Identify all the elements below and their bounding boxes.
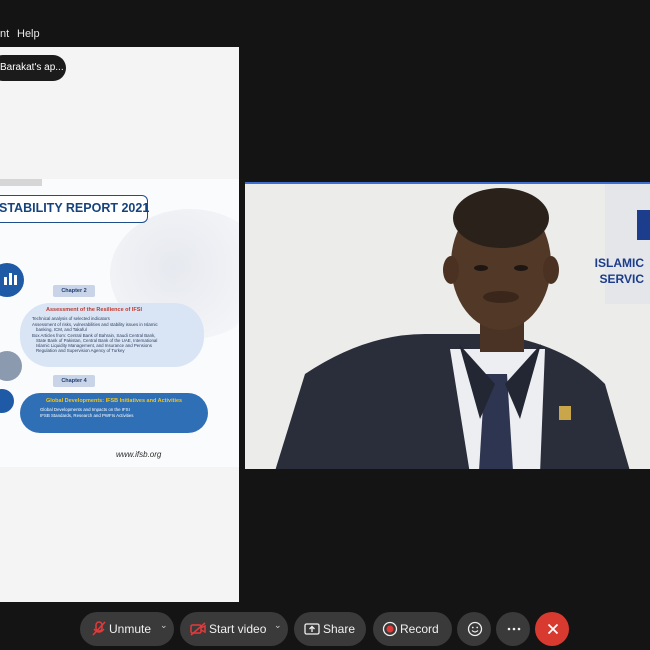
chapter-2-bullet: banking, ICM, and Takaful xyxy=(36,327,87,332)
menu-item-help[interactable]: Help xyxy=(17,28,40,40)
start-video-button[interactable]: Start video ⌄ xyxy=(180,612,288,646)
slide-url: www.ifsb.org xyxy=(116,450,162,459)
unmute-label: Unmute xyxy=(109,622,152,636)
share-button[interactable]: Share xyxy=(294,612,366,646)
chapter-4-label: Chapter 4 xyxy=(53,375,95,387)
menu-item-options[interactable]: nt xyxy=(0,28,9,40)
video-off-icon xyxy=(190,621,206,640)
chapter-2-bullet: Technical analysis of selected indicator… xyxy=(32,316,110,321)
chapter-2-label: Chapter 2 xyxy=(53,285,95,297)
slide-header-bar xyxy=(0,179,42,186)
start-video-label: Start video xyxy=(209,622,267,636)
settings-circle-icon xyxy=(0,351,22,381)
more-button[interactable] xyxy=(496,612,530,646)
leave-meeting-button[interactable] xyxy=(535,612,569,646)
participant-video[interactable]: ISLAMIC SERVIC xyxy=(245,182,650,469)
mic-muted-icon xyxy=(92,621,106,640)
chapter-2-title: Assessment of the Resilience of IFSI xyxy=(46,307,142,313)
reaction-button[interactable] xyxy=(457,612,491,646)
chapter-4-title: Global Developments: IFSB Initiatives an… xyxy=(46,398,183,404)
chapter-4-bullet: Global Developments and Impacts on the I… xyxy=(40,407,130,412)
close-icon xyxy=(545,621,561,642)
record-icon xyxy=(382,621,398,640)
record-button[interactable]: Record xyxy=(373,612,452,646)
org-name-line-2: SERVIC xyxy=(599,272,644,286)
slide-title: STABILITY REPORT 2021 xyxy=(0,201,150,215)
org-name-line-1: ISLAMIC xyxy=(594,256,644,270)
more-icon xyxy=(506,621,522,642)
reaction-icon xyxy=(467,621,483,642)
share-label: Share xyxy=(323,622,356,636)
meeting-toolbar: Unmute ⌄ Start video ⌄ Share Record xyxy=(0,606,650,650)
chevron-down-icon[interactable]: ⌄ xyxy=(274,620,282,631)
globe-circle-icon xyxy=(0,389,14,413)
screen-share-panel: Barakat's ap... STABILITY REPORT 2021 Ch… xyxy=(0,47,239,602)
presentation-slide: STABILITY REPORT 2021 Chapter 2 Assessme… xyxy=(0,179,239,467)
chevron-down-icon[interactable]: ⌄ xyxy=(160,620,168,631)
chapter-2-bullet: Regulation and Supervision Agency of Tur… xyxy=(36,348,125,353)
unmute-button[interactable]: Unmute ⌄ xyxy=(80,612,174,646)
share-screen-icon xyxy=(304,621,320,640)
record-label: Record xyxy=(400,622,439,636)
participant-avatar xyxy=(245,184,650,469)
chart-circle-icon xyxy=(0,263,24,297)
share-notification[interactable]: Barakat's ap... xyxy=(0,55,66,81)
chapter-4-bullet: IFSB Standards, Research and PWFIs Activ… xyxy=(40,413,134,418)
slide-title-box: STABILITY REPORT 2021 xyxy=(0,195,150,223)
